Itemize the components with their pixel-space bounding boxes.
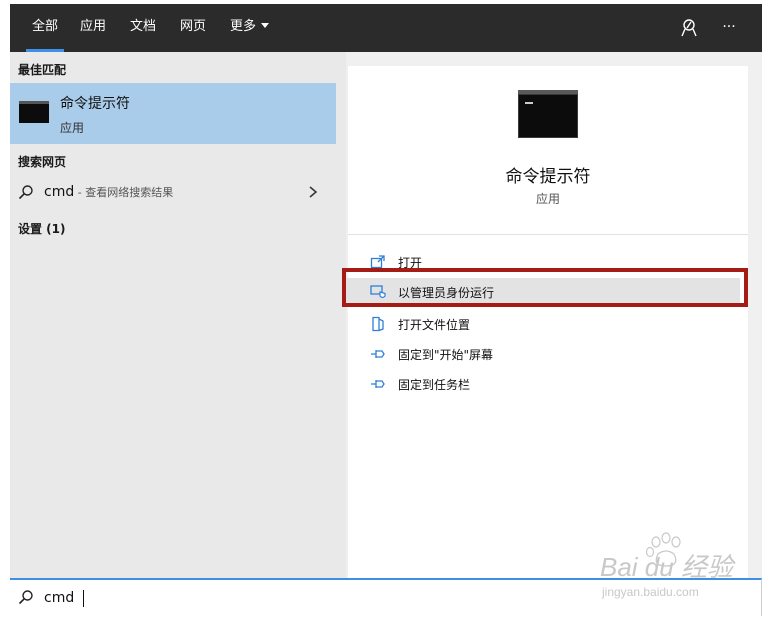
text-caret [83, 590, 84, 607]
chevron-down-icon [261, 23, 270, 28]
web-search-term: cmd [44, 184, 75, 200]
open-icon [370, 255, 385, 269]
action-open-label: 打开 [398, 256, 423, 270]
results-list: 最佳匹配 命令提示符 应用 搜索网页 cmd - 查看网络搜索结果 设置 (1) [10, 52, 346, 578]
search-scope-tabbar: 全部 应用 文档 网页 更多 ··· [10, 4, 762, 52]
pin-icon [371, 380, 385, 388]
action-pin-to-taskbar[interactable]: 固定到任务栏 [348, 370, 748, 398]
action-pin-to-taskbar-label: 固定到任务栏 [398, 378, 471, 392]
best-match-title: 命令提示符 [60, 96, 130, 112]
best-match-subtitle: 应用 [60, 121, 85, 135]
search-bar [10, 578, 762, 616]
search-icon [18, 590, 33, 605]
tab-more-label: 更多 [230, 19, 257, 34]
feedback-icon[interactable] [678, 17, 700, 39]
tab-more[interactable]: 更多 [230, 4, 270, 52]
run-as-admin-icon [370, 285, 386, 299]
action-pin-to-start-label: 固定到"开始"屏幕 [398, 348, 494, 362]
action-pin-to-start[interactable]: 固定到"开始"屏幕 [348, 340, 748, 368]
detail-app-type: 应用 [535, 192, 560, 206]
search-icon [18, 185, 33, 200]
tab-apps[interactable]: 应用 [80, 4, 106, 52]
action-run-as-admin[interactable]: 以管理员身份运行 [344, 278, 740, 306]
detail-pane: 命令提示符 应用 打开 以管理员身份运行 打开文件位置 固定到"开始"屏幕 固定… [344, 66, 748, 578]
pin-icon [371, 350, 385, 358]
chevron-right-icon [309, 186, 318, 198]
action-open-file-location-label: 打开文件位置 [398, 318, 471, 332]
action-run-as-admin-label: 以管理员身份运行 [398, 286, 495, 300]
action-open[interactable]: 打开 [348, 248, 748, 276]
web-search-hint: - 查看网络搜索结果 [74, 186, 174, 199]
web-search-header: 搜索网页 [18, 155, 67, 169]
action-open-file-location[interactable]: 打开文件位置 [348, 310, 748, 338]
command-prompt-icon [518, 90, 578, 138]
tab-all[interactable]: 全部 [25, 4, 65, 52]
more-options-icon[interactable]: ··· [718, 17, 740, 39]
best-match-item[interactable]: 命令提示符 应用 [10, 83, 336, 144]
file-location-icon [372, 316, 384, 332]
web-search-result[interactable]: cmd - 查看网络搜索结果 [10, 176, 336, 208]
detail-app-title: 命令提示符 [505, 167, 591, 187]
detail-divider [348, 234, 748, 235]
tab-web[interactable]: 网页 [180, 4, 206, 52]
command-prompt-icon [19, 101, 49, 123]
tab-documents[interactable]: 文档 [130, 4, 156, 52]
best-match-header: 最佳匹配 [18, 63, 67, 77]
search-input[interactable] [44, 585, 644, 611]
settings-header: 设置 (1) [18, 222, 66, 236]
